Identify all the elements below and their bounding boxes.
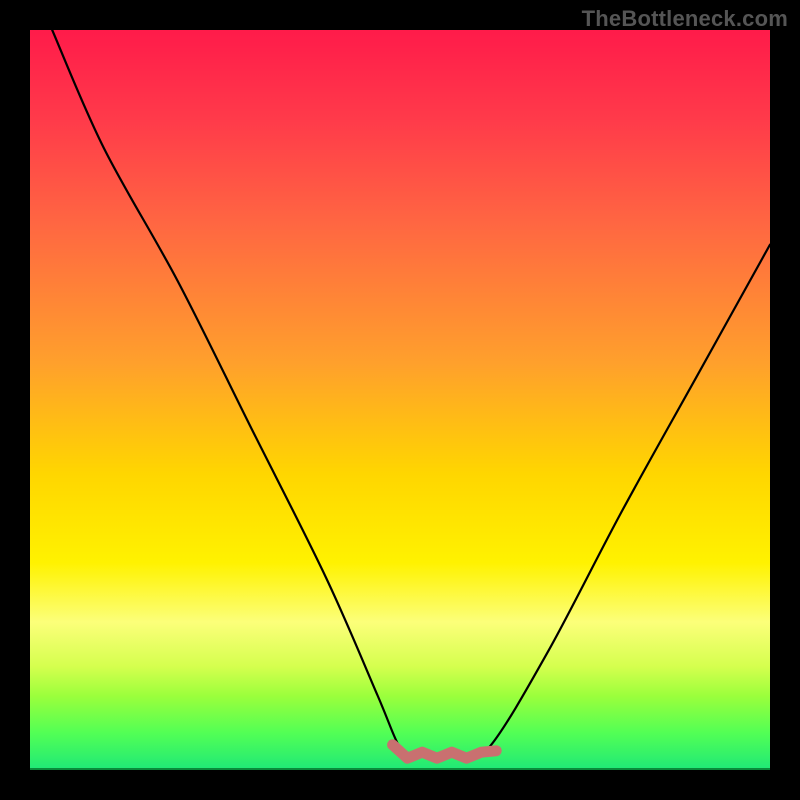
plot-area	[30, 30, 770, 770]
chart-svg	[30, 30, 770, 770]
curve-path	[52, 30, 770, 758]
flat-bottom-path	[393, 745, 497, 758]
watermark-text: TheBottleneck.com	[582, 6, 788, 32]
chart-frame: TheBottleneck.com	[0, 0, 800, 800]
